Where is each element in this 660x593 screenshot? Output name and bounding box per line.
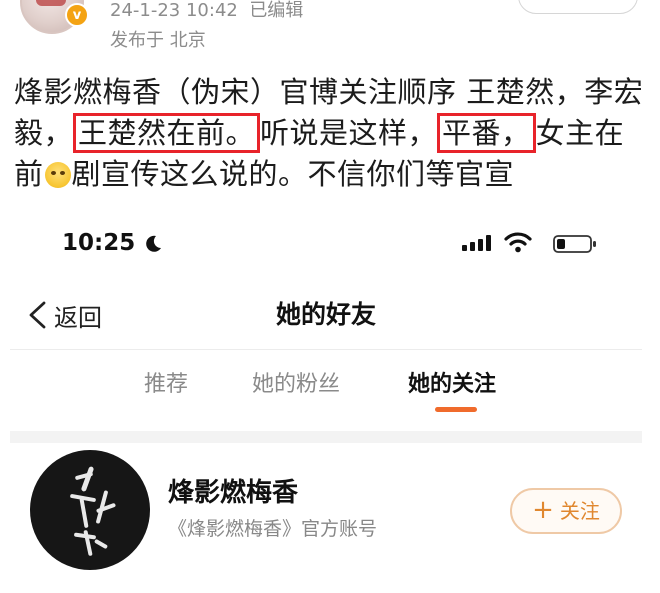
- signal-icon: [462, 235, 491, 251]
- follow-label: 关注: [559, 499, 600, 523]
- highlight-box-2: 平番，: [437, 113, 536, 153]
- post-meta: 24-1-23 10:42 已编辑: [110, 0, 303, 22]
- post-text: 烽影燃梅香（伪宋）官博关注顺序 王楚然，李宏毅， 王楚然在前。 听说是这样， 平番，女…: [14, 72, 650, 195]
- calligraphy-stroke: [79, 497, 89, 529]
- embedded-screenshot: 10:25 她的好友 返回 推荐 她的粉丝 她的关注 烽影燃梅香 《烽影燃梅香》…: [10, 207, 642, 593]
- highlight-box-1: 王楚然在前。: [73, 113, 261, 153]
- nav-title: 她的好友: [275, 300, 376, 329]
- post-edited-label: 已编辑: [249, 0, 304, 21]
- section-separator: [10, 431, 642, 443]
- tab-recommend[interactable]: 推荐: [144, 365, 188, 405]
- post-location: 发布于 北京: [110, 30, 206, 51]
- tab-her-fans[interactable]: 她的粉丝: [252, 365, 340, 405]
- top-follow-button[interactable]: [518, 0, 638, 14]
- verified-badge-icon: v: [65, 3, 89, 27]
- follow-button[interactable]: + 关注: [510, 488, 622, 534]
- calligraphy-stroke: [80, 465, 95, 493]
- account-avatar[interactable]: [30, 450, 150, 570]
- post-timestamp: 24-1-23 10:42: [110, 0, 238, 21]
- post-text-part: 听说是这样，: [260, 116, 438, 150]
- battery-icon: [553, 235, 596, 253]
- calligraphy-stroke: [95, 502, 117, 514]
- laughing-crying-emoji-icon: [44, 162, 71, 188]
- nav-divider: [10, 349, 642, 350]
- account-description: 《烽影燃梅香》官方账号: [168, 518, 378, 540]
- calligraphy-stroke: [93, 538, 109, 550]
- active-tab-indicator: [435, 407, 477, 412]
- plus-icon: +: [532, 495, 554, 525]
- tab-bar: 推荐 她的粉丝 她的关注: [10, 365, 642, 405]
- back-label: 返回: [54, 303, 102, 332]
- moon-icon: [146, 235, 161, 252]
- wifi-icon: [504, 232, 532, 253]
- status-bar-time: 10:25: [62, 230, 136, 256]
- calligraphy-stroke: [83, 529, 93, 557]
- tab-her-following[interactable]: 她的关注: [408, 365, 496, 405]
- back-button[interactable]: 返回: [26, 297, 102, 333]
- post-text-part: 剧宣传这么说的。不信你们等官宣: [71, 157, 515, 191]
- account-name[interactable]: 烽影燃梅香: [168, 477, 298, 509]
- avatar-art: [36, 0, 66, 6]
- chevron-left-icon: [29, 301, 46, 329]
